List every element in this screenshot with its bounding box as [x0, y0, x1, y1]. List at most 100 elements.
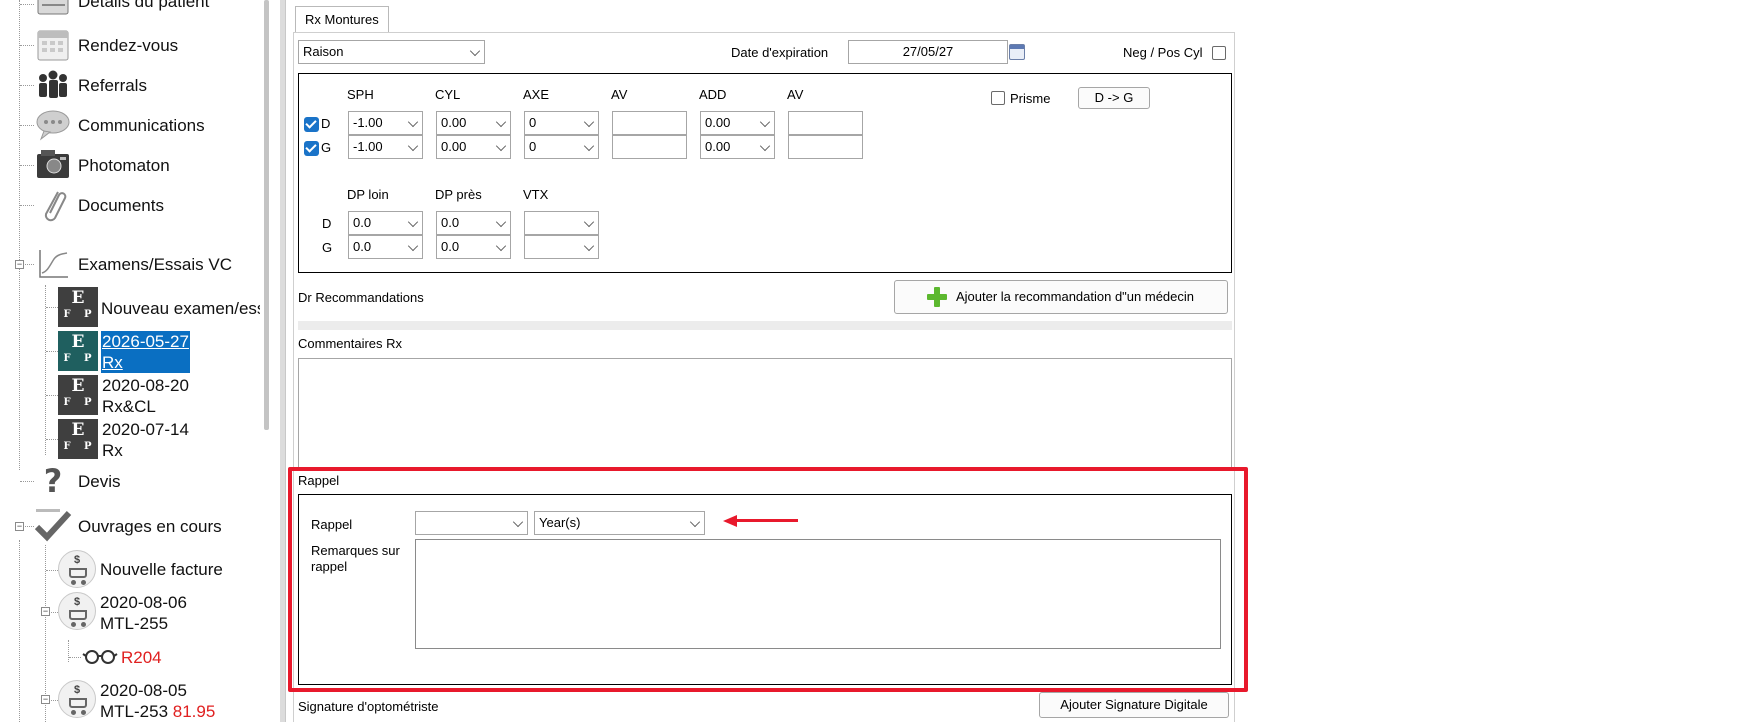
tree-item-exam-2020-08-20[interactable]: EF P 2020-08-20 Rx&CL — [46, 375, 189, 417]
axe-select-g[interactable]: 0 — [524, 135, 599, 159]
chevron-down-icon — [407, 116, 419, 128]
tree-item-new-exam[interactable]: EF P Nouveau examen/essai — [46, 287, 260, 327]
col-header-cyl: CYL — [435, 87, 461, 102]
tree-item-exam-2020-07-14[interactable]: EF P 2020-07-14 Rx — [46, 419, 189, 461]
tree-guide — [69, 657, 81, 658]
eye-label-g: G — [321, 140, 332, 155]
vtx-select-g[interactable] — [524, 235, 599, 259]
chevron-down-icon — [495, 140, 507, 152]
copy-right-to-left-button[interactable]: D -> G — [1078, 87, 1150, 109]
tree-item-appointments[interactable]: Rendez-vous — [20, 26, 178, 64]
calendar-picker-icon[interactable] — [1009, 44, 1025, 60]
efp-chart-icon: EF P — [58, 331, 98, 371]
tree-item-communications[interactable]: Communications — [20, 106, 205, 144]
panel-splitter[interactable] — [280, 0, 286, 722]
av2-field-d[interactable] — [788, 111, 863, 135]
tree-guide — [46, 307, 58, 308]
chevron-down-icon — [495, 116, 507, 128]
tree-guide — [20, 125, 34, 126]
tab-rx-frames[interactable]: Rx Montures — [295, 6, 389, 33]
tree-item-label: Examens/Essais VC — [78, 255, 232, 274]
tree-item-referrals[interactable]: Referrals — [20, 66, 147, 104]
tree-guide — [25, 264, 34, 265]
tree-guide — [20, 45, 34, 46]
tree-scrollbar[interactable] — [264, 0, 269, 430]
tree-item-order-mtl-255[interactable]: $ 2020-08-06 MTL-255 — [46, 592, 187, 634]
tree-guide — [46, 395, 58, 396]
calendar-icon — [34, 26, 72, 64]
tree-item-label: 2020-08-05 MTL-253 81.95 — [100, 681, 216, 721]
add-digital-signature-button[interactable]: Ajouter Signature Digitale — [1039, 692, 1229, 718]
eye-label-d: D — [321, 116, 331, 131]
eye-label-d: D — [322, 216, 332, 231]
tree-item-exams[interactable]: Examens/Essais VC — [20, 245, 232, 283]
signature-label: Signature d'optométriste — [298, 699, 439, 714]
dp-near-select-d[interactable]: 0.0 — [436, 211, 511, 235]
patient-details-icon — [34, 0, 72, 20]
vtx-select-d[interactable] — [524, 211, 599, 235]
sph-select-g[interactable]: -1.00 — [348, 135, 423, 159]
chevron-down-icon — [583, 140, 595, 152]
tree-item-documents[interactable]: Documents — [20, 186, 164, 224]
tree-item-exam-2026-05-27[interactable]: EF P 2026-05-27 Rx — [46, 331, 190, 373]
tree-item-work-in-progress[interactable]: Ouvrages en cours — [20, 507, 222, 545]
dp-far-select-d[interactable]: 0.0 — [348, 211, 423, 235]
arrow-shaft — [735, 519, 798, 522]
comments-textarea[interactable] — [298, 358, 1232, 468]
col-header-av: AV — [611, 87, 628, 102]
glasses-icon — [81, 645, 121, 669]
expiration-date-field[interactable]: 27/05/27 — [848, 40, 1008, 64]
tree-item-quotes[interactable]: ? Devis — [20, 462, 121, 500]
chevron-down-icon — [495, 216, 507, 228]
cyl-select-g[interactable]: 0.00 — [436, 135, 511, 159]
tree-item-label: Photomaton — [78, 156, 170, 175]
tree-item-label: Referrals — [78, 76, 147, 95]
checkmark-icon — [34, 507, 72, 545]
add-recommendation-button[interactable]: Ajouter la recommandation d"un médecin — [894, 280, 1228, 314]
col-header-vtx: VTX — [523, 187, 549, 202]
prism-checkbox[interactable] — [991, 91, 1005, 105]
sph-select-d[interactable]: -1.00 — [348, 111, 423, 135]
av2-field-g[interactable] — [788, 135, 863, 159]
neg-pos-cyl-checkbox[interactable] — [1212, 46, 1226, 60]
tree-item-order-mtl-253[interactable]: $ 2020-08-05 MTL-253 81.95 — [46, 680, 215, 722]
tree-guide — [46, 439, 58, 440]
add-select-d[interactable]: 0.00 — [700, 111, 775, 135]
tree-item-label: Nouveau examen/essai — [101, 299, 260, 318]
tree-guide — [51, 612, 58, 613]
comments-label: Commentaires Rx — [298, 336, 403, 351]
cyl-select-d[interactable]: 0.00 — [436, 111, 511, 135]
left-eye-checkbox[interactable] — [304, 141, 319, 156]
tree-item-new-invoice[interactable]: $ Nouvelle facture — [46, 550, 223, 588]
right-eye-checkbox[interactable] — [304, 117, 319, 132]
reason-select[interactable]: Raison — [298, 40, 485, 64]
av-field-d[interactable] — [612, 111, 687, 135]
chart-line-icon — [34, 245, 72, 283]
dp-near-select-g[interactable]: 0.0 — [436, 235, 511, 259]
photo-folder-icon — [34, 146, 72, 184]
av-field-g[interactable] — [612, 135, 687, 159]
tree-item-label: Ouvrages en cours — [78, 517, 222, 536]
chevron-down-icon — [495, 240, 507, 252]
add-select-g[interactable]: 0.00 — [700, 135, 775, 159]
frame-ref-label: R204 — [121, 648, 162, 667]
tree-item-frame-r204[interactable]: R204 — [69, 645, 162, 669]
col-header-dp-near: DP près — [435, 187, 482, 202]
tree-guide — [25, 526, 34, 527]
chevron-down-icon — [759, 116, 771, 128]
speech-bubble-icon — [34, 106, 72, 144]
col-header-add: ADD — [699, 87, 727, 102]
tree-item-label: Communications — [78, 116, 205, 135]
tree-item-patient-details[interactable]: Détails du patient — [20, 0, 209, 20]
axe-select-d[interactable]: 0 — [524, 111, 599, 135]
neg-pos-cyl-label: Neg / Pos Cyl — [1123, 45, 1203, 60]
prism-label: Prisme — [1010, 91, 1051, 106]
chevron-down-icon — [759, 140, 771, 152]
efp-chart-icon: EF P — [58, 419, 98, 459]
tree-item-label: Rendez-vous — [78, 36, 179, 55]
dp-far-select-g[interactable]: 0.0 — [348, 235, 423, 259]
tree-guide — [20, 165, 34, 166]
col-header-dp-far: DP loin — [347, 187, 389, 202]
tree-guide — [46, 570, 58, 571]
tree-item-photomaton[interactable]: Photomaton — [20, 146, 170, 184]
